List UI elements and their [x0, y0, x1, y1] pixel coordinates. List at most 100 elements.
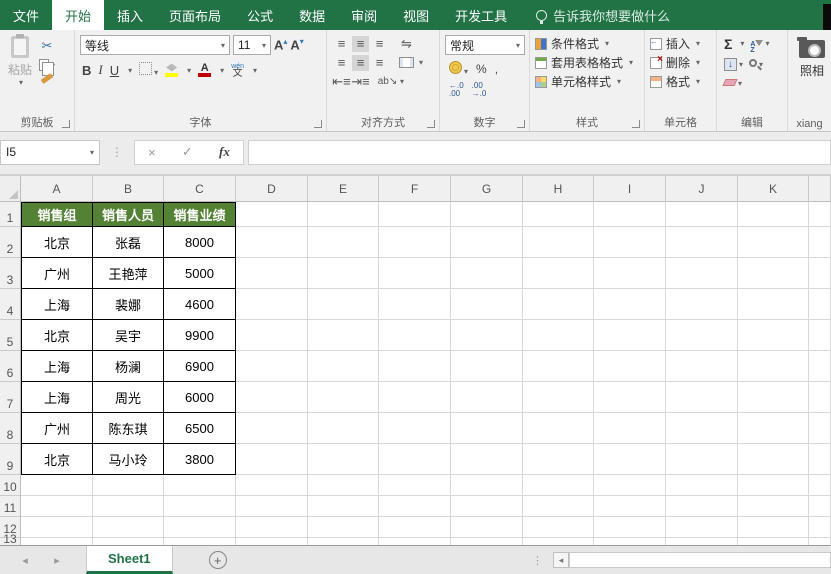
column-header-J[interactable]: J [666, 176, 738, 202]
cell-D13[interactable] [236, 538, 308, 545]
cancel-button[interactable]: × [148, 145, 156, 160]
format-cells-button[interactable]: 格式 ▾ [648, 72, 713, 91]
format-as-table-button[interactable]: 套用表格格式 ▾ [533, 53, 641, 72]
cell-G9[interactable] [451, 444, 523, 475]
column-header-H[interactable]: H [523, 176, 594, 202]
cell-D12[interactable] [236, 517, 308, 538]
cell-F6[interactable] [379, 351, 451, 382]
fill-color-button[interactable] [165, 63, 179, 77]
sort-filter-button[interactable]: A Z ▾ [750, 33, 769, 54]
scroll-left-icon[interactable]: ◂ [553, 552, 569, 568]
cell-I8[interactable] [594, 413, 666, 444]
row-header-1[interactable]: 1 [0, 202, 21, 227]
cell-A13[interactable] [21, 538, 93, 545]
cell-E2[interactable] [308, 227, 379, 258]
cell-K2[interactable] [738, 227, 809, 258]
cell-F12[interactable] [379, 517, 451, 538]
cell-G8[interactable] [451, 413, 523, 444]
cell-D10[interactable] [236, 475, 308, 496]
cell-I12[interactable] [594, 517, 666, 538]
increase-decimal-button[interactable]: ←.0.00 [449, 82, 464, 98]
cell-F8[interactable] [379, 413, 451, 444]
cell-A1[interactable]: 销售组 [21, 202, 93, 227]
decrease-font-icon[interactable]: A▾ [290, 37, 303, 52]
cell-K12[interactable] [738, 517, 809, 538]
cell-C2[interactable]: 8000 [164, 227, 236, 258]
cell-I4[interactable] [594, 289, 666, 320]
cell-C4[interactable]: 4600 [164, 289, 236, 320]
cell-C11[interactable] [164, 496, 236, 517]
clipboard-dialog-launcher[interactable] [62, 120, 70, 128]
cell-C7[interactable]: 6000 [164, 382, 236, 413]
cell-G2[interactable] [451, 227, 523, 258]
menu-tab-view[interactable]: 视图 [390, 0, 442, 30]
cell-B5[interactable]: 吴宇 [93, 320, 164, 351]
name-box-dropdown-arrow[interactable]: ▾ [90, 148, 94, 157]
underline-button[interactable]: U [110, 63, 119, 78]
cell-partial[interactable] [809, 258, 831, 289]
column-header-C[interactable]: C [164, 176, 236, 202]
cell-K4[interactable] [738, 289, 809, 320]
cell-J4[interactable] [666, 289, 738, 320]
cell-partial[interactable] [809, 538, 831, 545]
font-color-button[interactable]: A [198, 62, 212, 77]
cell-C12[interactable] [164, 517, 236, 538]
cell-C8[interactable]: 6500 [164, 413, 236, 444]
paste-button[interactable]: 粘贴 ▾ [3, 34, 37, 115]
cell-J6[interactable] [666, 351, 738, 382]
cell-B8[interactable]: 陈东琪 [93, 413, 164, 444]
menu-tab-developer[interactable]: 开发工具 [442, 0, 520, 30]
menu-tab-home[interactable]: 开始 [52, 0, 105, 30]
column-header-K[interactable]: K [738, 176, 809, 202]
cell-I2[interactable] [594, 227, 666, 258]
cell-I9[interactable] [594, 444, 666, 475]
cell-A8[interactable]: 广州 [21, 413, 93, 444]
alignment-dialog-launcher[interactable] [427, 120, 435, 128]
cell-G13[interactable] [451, 538, 523, 545]
row-header-3[interactable]: 3 [0, 258, 21, 289]
cell-J8[interactable] [666, 413, 738, 444]
cell-styles-button[interactable]: 单元格样式 ▾ [533, 72, 641, 91]
cell-G5[interactable] [451, 320, 523, 351]
paste-dropdown-arrow[interactable]: ▾ [19, 78, 23, 87]
cell-partial[interactable] [809, 496, 831, 517]
cell-B11[interactable] [93, 496, 164, 517]
cell-H11[interactable] [523, 496, 594, 517]
align-right-icon[interactable]: ≡ [371, 55, 388, 71]
cell-H13[interactable] [523, 538, 594, 545]
cell-C6[interactable]: 6900 [164, 351, 236, 382]
cell-I13[interactable] [594, 538, 666, 545]
delete-cells-button[interactable]: 删除▾ [648, 53, 713, 72]
cell-F13[interactable] [379, 538, 451, 545]
cell-A9[interactable]: 北京 [21, 444, 93, 475]
cell-H1[interactable] [523, 202, 594, 227]
cell-A7[interactable]: 上海 [21, 382, 93, 413]
cell-H3[interactable] [523, 258, 594, 289]
autosum-button[interactable]: Σ [724, 36, 732, 52]
column-header-B[interactable]: B [93, 176, 164, 202]
cell-B13[interactable] [93, 538, 164, 545]
font-color-dropdown-arrow[interactable]: ▾ [220, 66, 224, 75]
cell-K10[interactable] [738, 475, 809, 496]
cell-partial[interactable] [809, 382, 831, 413]
cell-F10[interactable] [379, 475, 451, 496]
cell-B3[interactable]: 王艳萍 [93, 258, 164, 289]
cell-D8[interactable] [236, 413, 308, 444]
column-header-G[interactable]: G [451, 176, 523, 202]
merge-center-icon[interactable] [398, 55, 415, 71]
insert-cells-button[interactable]: 插入▾ [648, 34, 713, 53]
formula-input[interactable] [248, 139, 831, 165]
comma-button[interactable]: , [495, 62, 498, 76]
row-header-11[interactable]: 11 [0, 496, 21, 517]
cell-K8[interactable] [738, 413, 809, 444]
cell-H9[interactable] [523, 444, 594, 475]
cell-A3[interactable]: 广州 [21, 258, 93, 289]
cell-partial[interactable] [809, 413, 831, 444]
row-header-5[interactable]: 5 [0, 320, 21, 351]
cell-B12[interactable] [93, 517, 164, 538]
find-select-button[interactable]: ▾ [749, 54, 763, 72]
borders-button[interactable]: ▾ [139, 62, 158, 78]
tab-splitter-handle[interactable]: ⋮ [532, 554, 543, 567]
formula-bar-handle[interactable]: ⋮ [111, 145, 123, 159]
cell-J9[interactable] [666, 444, 738, 475]
